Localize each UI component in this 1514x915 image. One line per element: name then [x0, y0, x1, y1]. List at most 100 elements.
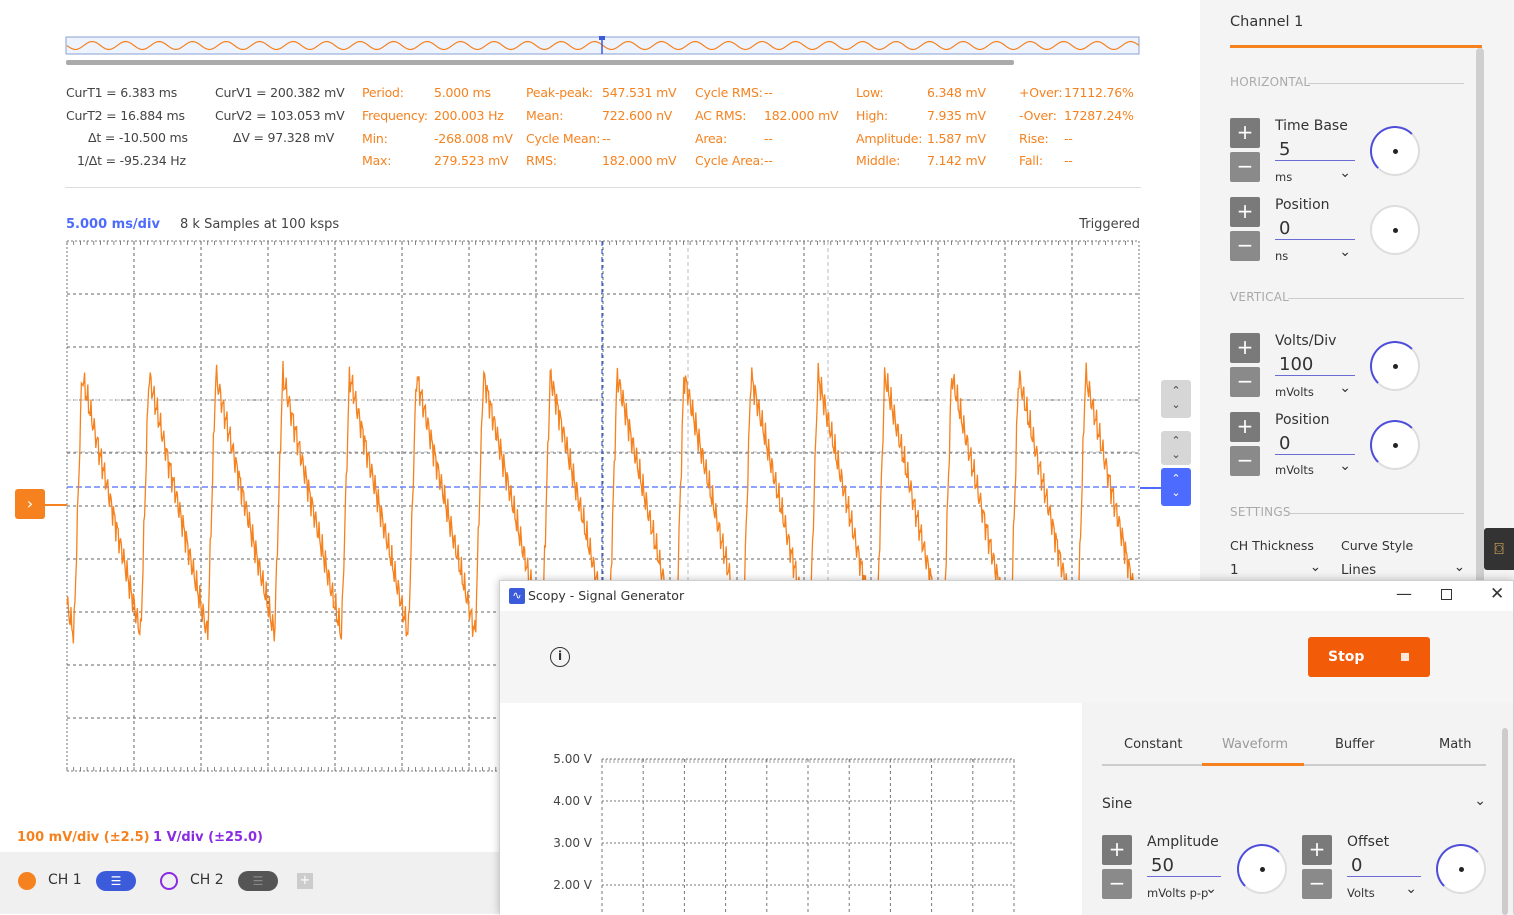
voltsdiv-knob[interactable] [1370, 341, 1420, 391]
sg-preview-area: 5.00 V 4.00 V 3.00 V 2.00 V [500, 703, 1082, 915]
hposition-input[interactable]: 0 [1275, 218, 1355, 240]
measurement-value: 17287.24% [1064, 107, 1134, 123]
measurement-label: Mean: [526, 107, 564, 123]
hposition-unit-select[interactable]: ns [1275, 244, 1355, 263]
curve-style-label: Curve Style [1341, 538, 1414, 553]
sg-scrollbar[interactable] [1502, 728, 1508, 915]
offset-minus-button[interactable]: − [1302, 869, 1332, 899]
overview-strip[interactable] [65, 34, 1141, 68]
stop-icon [1401, 653, 1409, 661]
measurement-label: Min: [362, 130, 388, 146]
ch1-settings-icon[interactable]: ☰ [96, 871, 136, 891]
vposition-unit-select[interactable]: mVolts [1275, 458, 1355, 477]
sidebar-toggle-icon[interactable]: ⌼ [1484, 528, 1514, 570]
maximize-icon[interactable] [1441, 589, 1452, 600]
ch-thickness-label: CH Thickness [1230, 538, 1314, 553]
measurement-value: 279.523 mV [434, 153, 509, 169]
amplitude-input[interactable]: 50 [1147, 855, 1221, 877]
curve-style-select[interactable]: Lines ⌄ [1341, 559, 1469, 578]
timebase-plus-button[interactable]: + [1230, 118, 1260, 148]
measurement-value: -- [764, 85, 773, 100]
cursor-t2: CurT2 = 16.884 ms [66, 107, 185, 123]
hposition-label: Position [1275, 197, 1330, 213]
trigger-level-handle[interactable]: ⌃ ⌄ [1161, 380, 1191, 418]
measurement-label: Rise: [1019, 130, 1049, 146]
vposition-input[interactable]: 0 [1275, 433, 1355, 455]
measurement-label: Period: [362, 85, 404, 100]
measurement-value: 7.142 mV [927, 153, 986, 169]
ch2-settings-icon[interactable]: ☰ [238, 871, 278, 891]
sg-titlebar[interactable]: ∿ Scopy - Signal Generator — ✕ [500, 581, 1513, 611]
ch1-label[interactable]: CH 1 [48, 872, 82, 888]
measurement-label: Frequency: [362, 107, 428, 123]
sg-window-title: Scopy - Signal Generator [528, 588, 685, 603]
offset-unit-select[interactable]: Volts [1347, 881, 1421, 900]
offset-input[interactable]: 0 [1347, 855, 1421, 877]
minimize-icon[interactable]: — [1396, 584, 1412, 603]
measurement-value: -- [1064, 153, 1073, 169]
voltsdiv-plus-button[interactable]: + [1230, 333, 1260, 363]
cursor-v2: CurV2 = 103.053 mV [215, 107, 345, 123]
measurement-value: 182.000 mV [602, 153, 677, 169]
timebase-unit-select[interactable]: ms [1275, 165, 1355, 184]
measurement-label: RMS: [526, 153, 557, 169]
vposition-label: Position [1275, 412, 1330, 428]
amplitude-plus-button[interactable]: + [1102, 835, 1132, 865]
offset-knob[interactable] [1436, 844, 1486, 894]
vposition-knob[interactable] [1370, 420, 1420, 470]
amplitude-minus-button[interactable]: − [1102, 869, 1132, 899]
measurement-value: 200.003 Hz [434, 107, 504, 123]
ch1-offset-marker[interactable]: › [15, 489, 45, 519]
amplitude-knob[interactable] [1237, 844, 1287, 894]
cursor-v1: CurV1 = 200.382 mV [215, 85, 345, 100]
tab-buffer[interactable]: Buffer [1335, 737, 1374, 752]
sg-y-tick: 4.00 V [553, 794, 593, 808]
measurement-value: 7.935 mV [927, 107, 986, 123]
ch2-scale: 1 V/div (±25.0) [153, 830, 263, 845]
timebase-knob[interactable] [1370, 126, 1420, 176]
ch2-label[interactable]: CH 2 [190, 872, 224, 888]
measurement-value: 722.600 nV [602, 107, 673, 123]
tab-math[interactable]: Math [1439, 737, 1472, 752]
marker-line [45, 504, 67, 506]
cursor-time-readouts: CurT1 = 6.383 ms CurT2 = 16.884 ms Δt = … [66, 82, 196, 172]
active-tab-indicator [1202, 763, 1304, 766]
vposition-minus-button[interactable]: − [1230, 446, 1260, 476]
measurement-label: AC RMS: [695, 107, 747, 123]
hposition-minus-button[interactable]: − [1230, 231, 1260, 261]
cursor-handle[interactable]: ⌃ ⌄ [1161, 431, 1191, 465]
close-icon[interactable]: ✕ [1490, 584, 1504, 604]
timebase-input[interactable]: 5 [1275, 139, 1355, 161]
measurement-label: High: [856, 107, 888, 123]
measurement-value: -- [764, 130, 773, 146]
measurement-label: Peak-peak: [526, 85, 593, 100]
measurement-label: Fall: [1019, 153, 1043, 169]
tab-waveform[interactable]: Waveform [1222, 737, 1288, 752]
voltsdiv-input[interactable]: 100 [1275, 354, 1355, 376]
vposition-plus-button[interactable]: + [1230, 412, 1260, 442]
sg-y-tick: 2.00 V [553, 878, 593, 892]
stop-button[interactable]: Stop [1308, 637, 1430, 677]
timebase-minus-button[interactable]: − [1230, 152, 1260, 182]
ch-thickness-select[interactable]: 1 ⌄ [1230, 559, 1325, 578]
hposition-plus-button[interactable]: + [1230, 197, 1260, 227]
measurement-value: 1.587 mV [927, 130, 986, 146]
measurement-label: +Over: [1019, 85, 1063, 100]
measurement-label: Cycle Mean: [526, 130, 601, 146]
waveform-type-select[interactable]: Sine ⌄ [1102, 793, 1486, 812]
tab-constant[interactable]: Constant [1124, 737, 1182, 752]
amplitude-unit-select[interactable]: mVolts p-p [1147, 881, 1221, 900]
ch1-enable-icon[interactable] [18, 872, 36, 890]
ch2-enable-icon[interactable] [160, 872, 178, 890]
info-icon[interactable]: i [550, 647, 570, 667]
trigger-line-stub [1140, 487, 1162, 489]
hposition-knob[interactable] [1370, 205, 1420, 255]
panel-title-underline [1230, 45, 1482, 48]
timebase-label: 5.000 ms/div [66, 217, 160, 232]
measurement-label: -Over: [1019, 107, 1057, 123]
voltsdiv-unit-select[interactable]: mVolts [1275, 380, 1355, 399]
add-channel-icon[interactable]: + [297, 873, 313, 889]
voltsdiv-minus-button[interactable]: − [1230, 367, 1260, 397]
trigger-handle-active[interactable]: ⌃ ⌄ [1161, 468, 1191, 506]
offset-plus-button[interactable]: + [1302, 835, 1332, 865]
